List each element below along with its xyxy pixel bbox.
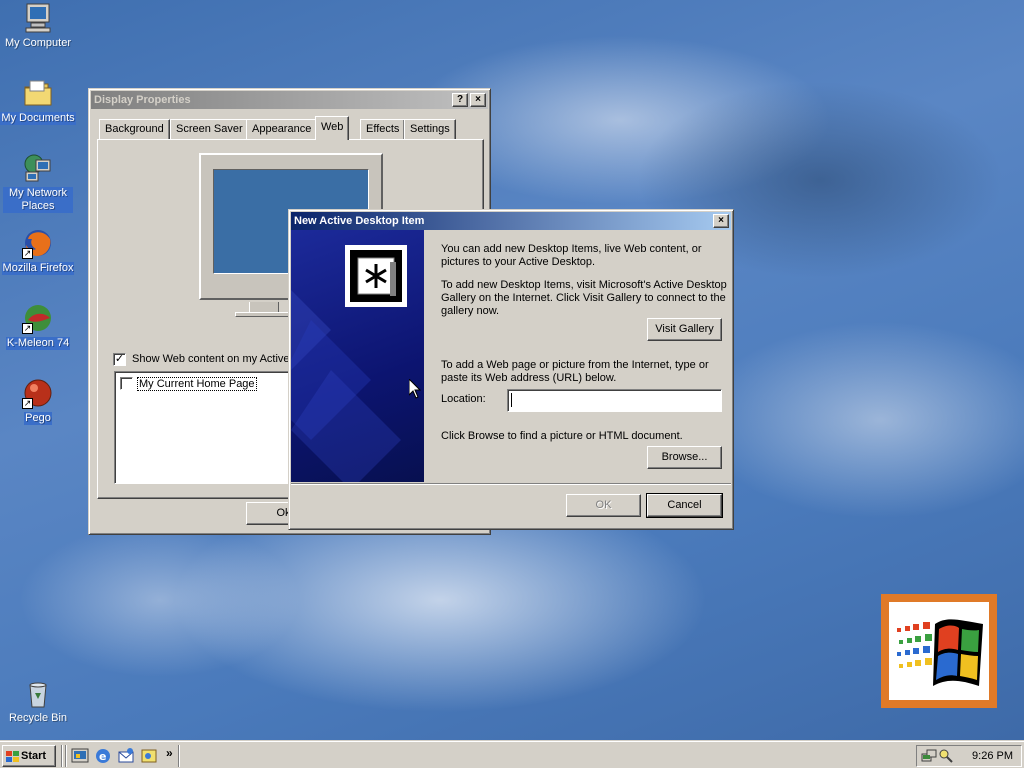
show-web-content-checkbox[interactable]: ✓	[113, 353, 126, 366]
taskbar: Start e » 9:26 PM	[0, 740, 1024, 768]
clock[interactable]: 9:26 PM	[972, 750, 1013, 762]
ok-button[interactable]: OK	[566, 494, 641, 517]
monitor-stand	[249, 302, 279, 312]
show-web-content-label: Show Web content on my Active	[132, 353, 290, 365]
gallery-text: To add new Desktop Items, visit Microsof…	[441, 279, 727, 317]
outlook-express-icon[interactable]	[117, 747, 135, 765]
display-properties-titlebar[interactable]: Display Properties ? ×	[91, 91, 488, 109]
text-caret	[511, 393, 512, 407]
windows-logo	[881, 594, 997, 708]
location-input[interactable]	[507, 389, 722, 412]
browse-text: Click Browse to find a picture or HTML d…	[441, 430, 683, 442]
quick-launch-chevron[interactable]: »	[166, 746, 173, 760]
close-button[interactable]: ×	[470, 93, 486, 107]
network-icon	[22, 152, 54, 184]
dialog-banner	[291, 230, 424, 482]
desktop-icon-my-network-places[interactable]: My Network Places	[0, 152, 76, 213]
internet-explorer-icon[interactable]: e	[94, 747, 112, 765]
show-desktop-icon[interactable]	[71, 747, 89, 765]
desktop-icon-my-computer[interactable]: My Computer	[0, 2, 76, 50]
location-label: Location:	[441, 393, 486, 405]
media-icon[interactable]	[140, 747, 158, 765]
tab-screen-saver[interactable]: Screen Saver	[170, 119, 249, 139]
tab-appearance[interactable]: Appearance	[246, 119, 318, 139]
dialog-titlebar[interactable]: New Active Desktop Item ×	[291, 212, 731, 230]
desktop-icon-k-meleon[interactable]: ↗ K-Meleon 74	[0, 302, 76, 350]
cancel-button[interactable]: Cancel	[646, 493, 723, 518]
url-text: To add a Web page or picture from the In…	[441, 359, 709, 384]
tab-background[interactable]: Background	[99, 119, 170, 139]
computer-icon	[22, 2, 54, 34]
svg-text:e: e	[99, 750, 106, 763]
close-button[interactable]: ×	[713, 214, 729, 228]
shortcut-arrow-icon: ↗	[22, 323, 33, 334]
window-title: Display Properties	[94, 94, 191, 106]
start-label: Start	[21, 750, 47, 762]
taskbar-separator	[61, 745, 63, 767]
monitor-base	[235, 312, 295, 317]
browse-button[interactable]: Browse...	[647, 446, 722, 469]
active-desktop-icon	[345, 245, 407, 307]
desktop-icon-pego[interactable]: ↗ Pego	[0, 377, 76, 425]
taskbar-separator	[65, 745, 67, 767]
recycle-bin-icon	[22, 677, 54, 709]
new-active-desktop-item-dialog: New Active Desktop Item × You can add ne…	[288, 209, 734, 530]
tab-web[interactable]: Web	[315, 116, 350, 140]
start-button[interactable]: Start	[2, 745, 56, 767]
tab-effects[interactable]: Effects	[360, 119, 406, 139]
shortcut-arrow-icon: ↗	[22, 398, 33, 409]
k-meleon-icon: ↗	[22, 302, 54, 334]
item-checkbox[interactable]	[120, 377, 133, 390]
dialog-separator	[291, 483, 731, 485]
desktop-items-list[interactable]: My Current Home Page	[114, 371, 314, 484]
intro-text: You can add new Desktop Items, live Web …	[441, 243, 702, 268]
folder-icon	[22, 77, 54, 109]
firefox-icon: ↗	[22, 227, 54, 259]
shortcut-arrow-icon: ↗	[22, 248, 33, 259]
desktop-icon-mozilla-firefox[interactable]: ↗ Mozilla Firefox	[0, 227, 76, 275]
windows-flag-icon	[6, 750, 20, 762]
visit-gallery-button[interactable]: Visit Gallery	[647, 318, 722, 341]
desktop-icon-my-documents[interactable]: My Documents	[0, 77, 76, 125]
taskbar-separator	[178, 745, 180, 767]
mouse-cursor-icon	[408, 377, 422, 399]
desktop: My Computer My Documents My Network Plac…	[0, 0, 1024, 740]
list-item[interactable]: My Current Home Page	[137, 377, 257, 391]
pego-icon: ↗	[22, 377, 54, 409]
desktop-icon-recycle-bin[interactable]: Recycle Bin	[0, 677, 76, 725]
dialog-title: New Active Desktop Item	[294, 215, 425, 227]
help-button[interactable]: ?	[452, 93, 468, 107]
search-tray-icon[interactable]	[938, 748, 954, 764]
network-tray-icon[interactable]	[921, 748, 937, 764]
tab-settings[interactable]: Settings	[404, 119, 456, 139]
tab-strip: Background Screen Saver Appearance Web E…	[97, 116, 481, 141]
system-tray: 9:26 PM	[916, 745, 1022, 767]
